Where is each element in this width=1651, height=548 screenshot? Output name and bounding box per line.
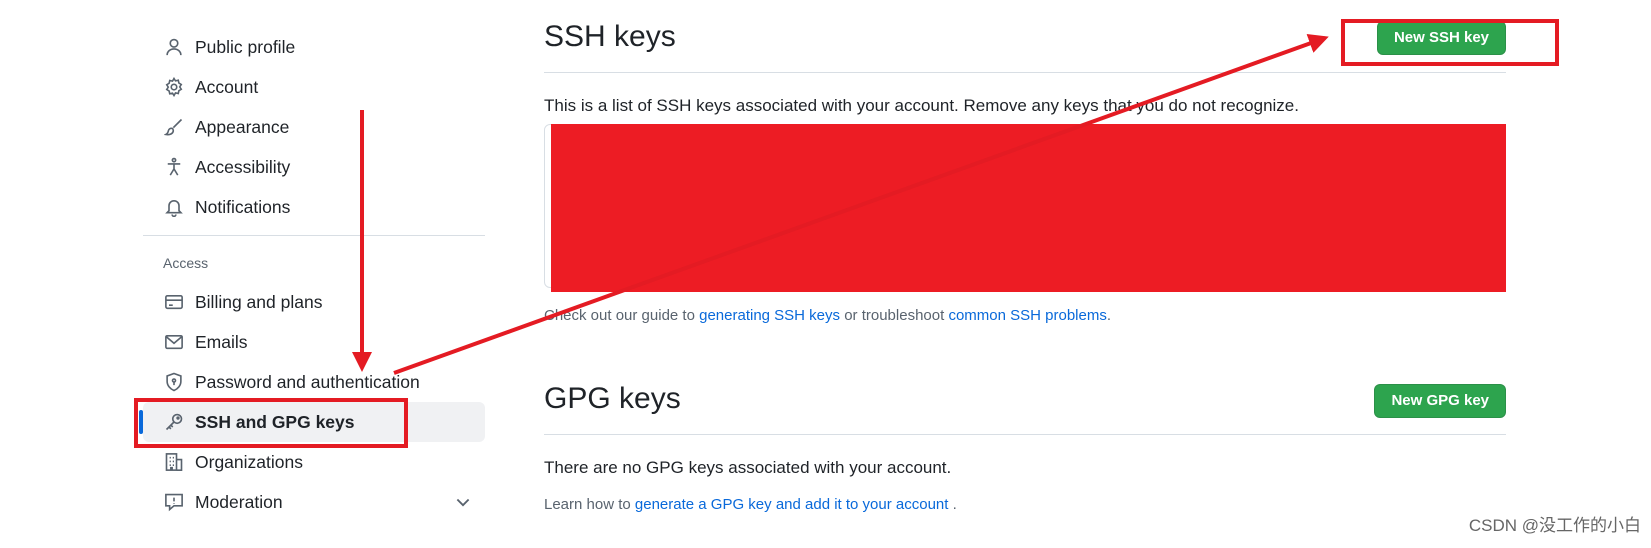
sidebar-item-ssh-gpg-keys[interactable]: SSH and GPG keys bbox=[139, 402, 485, 442]
sidebar-item-moderation[interactable]: Moderation bbox=[143, 482, 485, 522]
sidebar-item-appearance[interactable]: Appearance bbox=[143, 107, 485, 147]
sidebar-heading-access: Access bbox=[163, 255, 209, 271]
main-content: SSH keys New SSH key This is a list of S… bbox=[544, 0, 1506, 513]
sidebar-item-public-profile[interactable]: Public profile bbox=[143, 27, 485, 67]
redaction-block bbox=[551, 124, 1506, 292]
gpg-keys-section: GPG keys New GPG key There are no GPG ke… bbox=[544, 362, 1506, 513]
sidebar-item-label: Billing and plans bbox=[195, 291, 323, 312]
ssh-guide-suffix: . bbox=[1106, 307, 1112, 324]
gpg-keys-title: GPG keys bbox=[544, 382, 681, 415]
ssh-keys-description: This is a list of SSH keys associated wi… bbox=[544, 96, 1299, 115]
new-gpg-key-button[interactable]: New GPG key bbox=[1374, 384, 1506, 418]
sidebar-item-billing[interactable]: Billing and plans bbox=[143, 282, 485, 322]
shield-lock-icon bbox=[163, 371, 185, 393]
sidebar-item-notifications[interactable]: Notifications bbox=[143, 187, 485, 227]
sidebar-item-label: Password and authentication bbox=[195, 371, 420, 392]
sidebar-item-label: Emails bbox=[195, 331, 248, 352]
ssh-guide-middle: or troubleshoot bbox=[844, 307, 945, 324]
settings-sidebar: Public profile Account Appearance Access… bbox=[139, 27, 485, 522]
organization-icon bbox=[163, 451, 185, 473]
sidebar-item-label: Notifications bbox=[195, 196, 291, 217]
sidebar-divider bbox=[143, 235, 485, 236]
ssh-guide-prefix: Check out our guide to bbox=[544, 307, 695, 324]
sidebar-item-organizations[interactable]: Organizations bbox=[143, 442, 485, 482]
sidebar-item-password-authentication[interactable]: Password and authentication bbox=[143, 362, 485, 402]
mail-icon bbox=[163, 331, 185, 353]
sidebar-item-label: Account bbox=[195, 76, 259, 97]
report-icon bbox=[163, 491, 185, 513]
gear-icon bbox=[163, 76, 185, 98]
common-ssh-problems-link[interactable]: common SSH problems bbox=[948, 307, 1106, 324]
accessibility-icon bbox=[163, 156, 185, 178]
sidebar-item-label: Accessibility bbox=[195, 156, 291, 177]
gpg-empty-text: There are no GPG keys associated with yo… bbox=[544, 458, 952, 477]
gpg-keys-header: GPG keys New GPG key bbox=[544, 362, 1506, 435]
sidebar-item-emails[interactable]: Emails bbox=[143, 322, 485, 362]
gpg-learn-prefix: Learn how to bbox=[544, 496, 631, 513]
new-ssh-key-button[interactable]: New SSH key bbox=[1376, 21, 1506, 55]
bell-icon bbox=[163, 196, 185, 218]
sidebar-item-label: Organizations bbox=[195, 451, 303, 472]
paintbrush-icon bbox=[163, 116, 185, 138]
sidebar-item-label: Moderation bbox=[195, 491, 283, 512]
generating-ssh-keys-link[interactable]: generating SSH keys bbox=[699, 307, 840, 324]
key-icon bbox=[163, 411, 185, 433]
sidebar-item-accessibility[interactable]: Accessibility bbox=[143, 147, 485, 187]
gpg-learn-suffix: . bbox=[952, 496, 957, 513]
sidebar-item-label: Public profile bbox=[195, 36, 296, 57]
sidebar-item-label: SSH and GPG keys bbox=[195, 411, 355, 432]
sidebar-item-label: Appearance bbox=[195, 116, 290, 137]
sidebar-item-account[interactable]: Account bbox=[143, 67, 485, 107]
ssh-guide-text: Check out our guide to generating SSH ke… bbox=[544, 307, 1111, 324]
gpg-learn-text: Learn how to generate a GPG key and add … bbox=[544, 496, 957, 513]
ssh-keys-header: SSH keys New SSH key bbox=[544, 0, 1506, 73]
ssh-keys-section: SSH keys New SSH key This is a list of S… bbox=[544, 0, 1506, 324]
generate-gpg-key-link[interactable]: generate a GPG key and add it to your ac… bbox=[635, 496, 949, 513]
ssh-keys-title: SSH keys bbox=[544, 20, 676, 53]
watermark: CSDN @没工作的小白 bbox=[1468, 516, 1641, 535]
settings-page: Public profile Account Appearance Access… bbox=[0, 0, 1651, 548]
chevron-down-icon[interactable] bbox=[453, 492, 473, 512]
person-icon bbox=[163, 36, 185, 58]
credit-card-icon bbox=[163, 291, 185, 313]
